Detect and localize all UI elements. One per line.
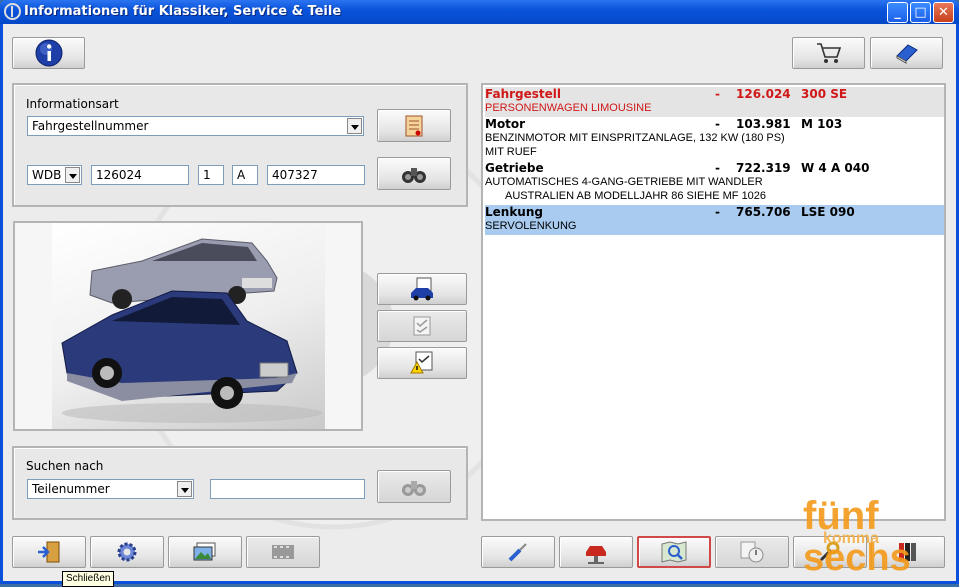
result-name: Lenkung	[485, 205, 543, 219]
mercedes-star-icon	[4, 3, 21, 20]
images-button[interactable]	[168, 536, 242, 568]
chevron-down-icon[interactable]	[177, 481, 192, 497]
logo-line-3: sechs	[803, 537, 911, 579]
prefix-select[interactable]: WDB	[27, 165, 82, 185]
search-input[interactable]	[210, 479, 365, 499]
result-dash: -	[715, 87, 720, 101]
exit-door-icon	[38, 541, 60, 563]
title-bar[interactable]: Informationen für Klassiker, Service & T…	[0, 0, 959, 24]
spark-plug-icon	[508, 543, 527, 562]
checklist-button[interactable]	[377, 310, 467, 342]
document-button[interactable]	[377, 109, 451, 142]
result-number: 103.981	[736, 117, 791, 131]
car-document-icon	[411, 277, 433, 301]
warning-notes-button[interactable]	[377, 347, 467, 379]
result-number: 126.024	[736, 87, 791, 101]
result-number: 765.706	[736, 205, 791, 219]
binoculars-icon	[402, 480, 426, 496]
spark-plug-button[interactable]	[481, 536, 555, 568]
cart-icon	[816, 43, 841, 63]
close-button[interactable]: ✕	[933, 2, 954, 23]
maximize-button[interactable]: □	[910, 2, 931, 23]
info-icon	[35, 39, 62, 67]
vehicle-image	[52, 223, 325, 429]
vehicle-image-frame	[13, 221, 363, 431]
cart-button[interactable]	[792, 37, 865, 69]
result-desc: AUSTRALIEN AB MODELLJAHR 86 SIEHE MF 102…	[505, 190, 767, 202]
result-row-motor[interactable]: Motor - 103.981 M 103 BENZINMOTOR MIT EI…	[485, 117, 944, 161]
informationsart-select[interactable]: Fahrgestellnummer	[27, 116, 364, 136]
chevron-down-icon[interactable]	[65, 167, 80, 183]
vehicle-lift-button[interactable]	[559, 536, 633, 568]
result-desc: PERSONENWAGEN LIMOUSINE	[485, 102, 652, 114]
result-desc: AUTOMATISCHES 4-GANG-GETRIEBE MIT WANDLE…	[485, 176, 763, 188]
prefix-value: WDB	[32, 168, 62, 182]
result-code: LSE 090	[801, 205, 855, 219]
code-field-1[interactable]: 1	[198, 165, 224, 185]
map-search-button[interactable]	[637, 536, 711, 568]
result-name: Motor	[485, 117, 526, 131]
result-desc: MIT RUEF	[485, 146, 537, 158]
model-field[interactable]: 126024	[91, 165, 189, 185]
close-app-button[interactable]	[12, 536, 86, 568]
timer-button[interactable]	[715, 536, 789, 568]
result-row-fahrgestell[interactable]: Fahrgestell - 126.024 300 SE PERSONENWAG…	[485, 87, 944, 117]
client-area: Informationsart Fahrgestellnummer WDB 12…	[3, 24, 956, 587]
search-type-value: Teilenummer	[32, 482, 110, 496]
search-button[interactable]	[377, 470, 451, 503]
search-type-select[interactable]: Teilenummer	[27, 479, 194, 499]
close-icon: ✕	[938, 5, 949, 20]
watermark-logo-sechs: sechs	[803, 539, 911, 577]
result-name: Getriebe	[485, 161, 544, 175]
chevron-down-icon[interactable]	[347, 118, 362, 134]
result-code: W 4 A 040	[801, 161, 870, 175]
result-desc: SERVOLENKUNG	[485, 220, 577, 232]
minimize-button[interactable]: _	[887, 2, 908, 23]
film-strip-icon	[272, 545, 294, 559]
result-desc: BENZINMOTOR MIT EINSPRITZANLAGE, 132 KW …	[485, 132, 785, 144]
result-dash: -	[715, 205, 720, 219]
tooltip: Schließen	[62, 571, 115, 587]
book-icon	[895, 44, 918, 64]
vehicle-data-button[interactable]	[377, 273, 467, 305]
warning-note-icon	[410, 351, 433, 374]
suchen-nach-label: Suchen nach	[26, 459, 104, 473]
serial-field[interactable]: 407327	[267, 165, 365, 185]
result-list[interactable]: Fahrgestell - 126.024 300 SE PERSONENWAG…	[481, 83, 946, 521]
info-button[interactable]	[12, 37, 85, 69]
car-photo-icon	[61, 238, 322, 423]
gear-icon	[117, 542, 137, 562]
result-dash: -	[715, 117, 720, 131]
result-number: 722.319	[736, 161, 791, 175]
result-dash: -	[715, 161, 720, 175]
result-row-lenkung[interactable]: Lenkung - 765.706 LSE 090 SERVOLENKUNG	[485, 205, 944, 235]
result-code: M 103	[801, 117, 843, 131]
film-button[interactable]	[246, 536, 320, 568]
car-lift-icon	[586, 546, 606, 564]
maximize-icon: □	[914, 5, 927, 20]
search-binoculars-button[interactable]	[377, 157, 451, 190]
window-title: Informationen für Klassiker, Service & T…	[24, 4, 342, 19]
stopwatch-icon	[740, 541, 764, 563]
parchment-icon	[405, 115, 423, 136]
minimize-icon: _	[894, 5, 901, 20]
result-name: Fahrgestell	[485, 87, 562, 101]
informationsart-value: Fahrgestellnummer	[32, 119, 149, 133]
app-window: Informationen für Klassiker, Service & T…	[0, 0, 959, 587]
checklist-icon	[413, 316, 431, 336]
result-code: 300 SE	[801, 87, 848, 101]
code-field-2[interactable]: A	[232, 165, 258, 185]
binoculars-icon	[402, 167, 426, 183]
result-row-getriebe[interactable]: Getriebe - 722.319 W 4 A 040 AUTOMATISCH…	[485, 161, 944, 205]
settings-button[interactable]	[90, 536, 164, 568]
picture-icon	[193, 542, 216, 561]
book-button[interactable]	[870, 37, 943, 69]
informationsart-label: Informationsart	[26, 97, 119, 111]
map-magnifier-icon	[661, 541, 687, 563]
